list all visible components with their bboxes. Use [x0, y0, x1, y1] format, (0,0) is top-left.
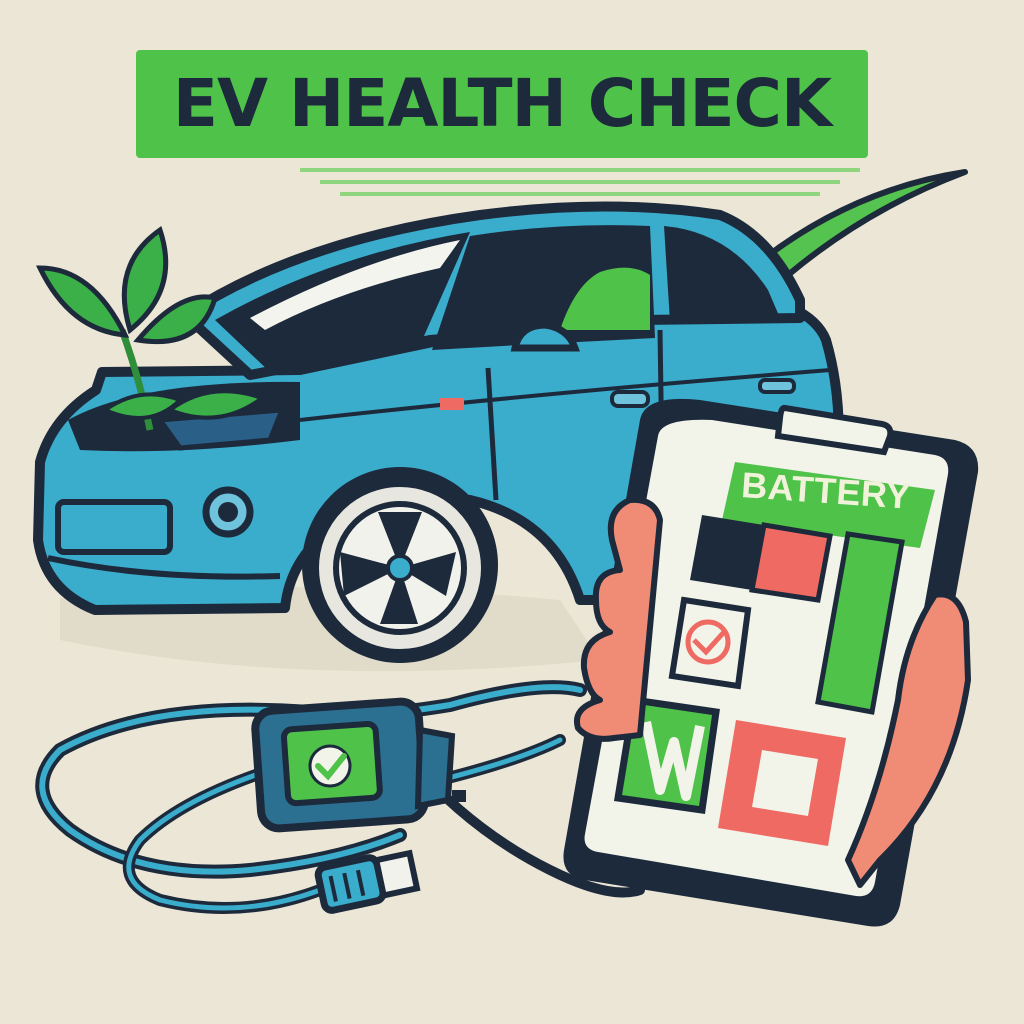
- illustration: EV HEALTH CHECK BATTERY: [0, 0, 1024, 1024]
- adapter-side: [414, 726, 456, 810]
- speed-lines: [300, 168, 860, 196]
- adapter-pin: [452, 790, 466, 802]
- license-plate-area: [55, 499, 173, 555]
- fog-light-inner: [218, 502, 238, 522]
- obd-adapter: [251, 697, 466, 833]
- battery-level-low: [749, 522, 833, 603]
- alert-tile: [668, 596, 752, 690]
- door-handle: [610, 390, 650, 408]
- battery-label: BATTERY: [740, 464, 913, 517]
- door-handle: [758, 378, 796, 394]
- side-marker: [440, 398, 464, 410]
- hub-cap: [386, 554, 414, 582]
- status-tile-red-inner: [752, 750, 818, 816]
- leaf-icon: [36, 265, 130, 338]
- page-title: EV HEALTH CHECK: [172, 65, 832, 142]
- title-banner: EV HEALTH CHECK: [136, 50, 868, 158]
